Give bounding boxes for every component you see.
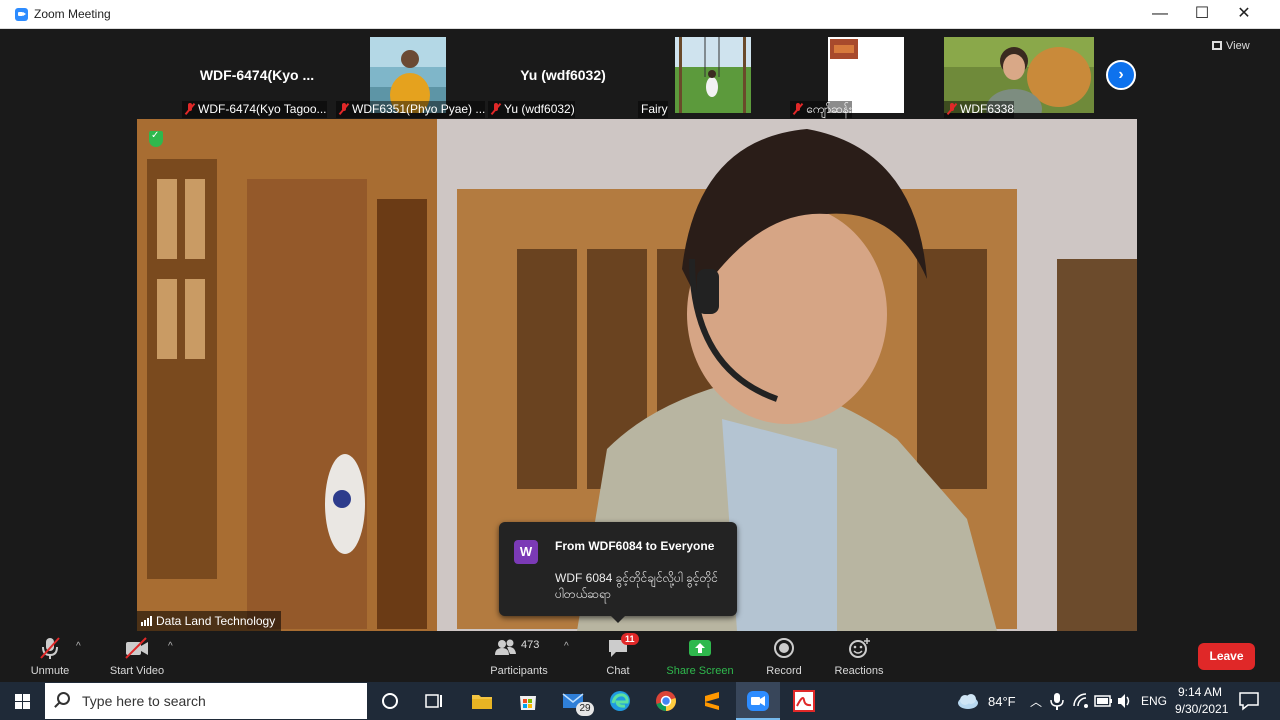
speaker-name-tag: Data Land Technology xyxy=(137,611,282,631)
muted-mic-icon xyxy=(793,103,803,115)
cortana-icon[interactable] xyxy=(377,688,403,714)
muted-microphone-icon xyxy=(40,637,60,659)
participant-thumbnail[interactable]: Yu (wdf6032) Yu (wdf6032) xyxy=(488,33,638,119)
participant-thumbnail[interactable]: ကျော်ဆန်း xyxy=(790,33,940,119)
participant-display-name: Yu (wdf6032) xyxy=(520,67,606,83)
next-page-button[interactable]: › xyxy=(1106,60,1136,90)
microphone-in-use-icon[interactable] xyxy=(1048,692,1074,718)
meeting-toolbar: Unmute ^ Start Video ^ 473 Participants … xyxy=(8,631,1272,682)
participants-icon: 473 xyxy=(493,637,545,659)
grid-view-icon xyxy=(1212,41,1222,50)
window-title: Zoom Meeting xyxy=(34,7,111,21)
participant-thumbnail[interactable]: WDF6351(Phyo Pyae) ... xyxy=(336,33,486,119)
microsoft-store-icon[interactable] xyxy=(515,688,541,714)
video-off-icon xyxy=(125,637,149,659)
edge-browser-icon[interactable] xyxy=(607,688,633,714)
participant-thumbnail[interactable]: Fairy xyxy=(638,33,788,119)
weather-cloud-icon[interactable] xyxy=(956,688,982,714)
reactions-icon xyxy=(848,637,870,659)
chat-unread-badge: 11 xyxy=(621,633,639,645)
zoom-taskbar-button[interactable] xyxy=(736,682,780,720)
participants-count: 473 xyxy=(521,639,540,651)
participant-label: Fairy xyxy=(638,101,668,118)
participant-label: WDF-6474(Kyo Tagoo... xyxy=(182,101,327,118)
minimize-button[interactable]: — xyxy=(1138,0,1182,29)
chat-button[interactable]: 11 Chat xyxy=(600,633,639,677)
participant-display-name: WDF-6474(Kyo ... xyxy=(199,67,315,83)
encryption-shield-icon[interactable] xyxy=(149,130,163,147)
share-screen-button[interactable]: Share Screen xyxy=(664,637,736,677)
meeting-area: WDF-6474(Kyo ... WDF-6474(Kyo Tagoo... W… xyxy=(8,29,1272,682)
volume-icon[interactable] xyxy=(1116,693,1142,719)
close-button[interactable]: ✕ xyxy=(1222,0,1266,29)
participant-thumbnail[interactable]: WDF6338 xyxy=(944,33,1094,119)
view-button[interactable]: View xyxy=(1212,40,1250,52)
chat-icon: 11 xyxy=(607,633,639,659)
clock-date[interactable]: 9/30/2021 xyxy=(1175,702,1228,716)
share-screen-icon xyxy=(688,637,712,659)
start-video-button[interactable]: Start Video xyxy=(106,637,168,677)
reactions-button[interactable]: Reactions xyxy=(830,637,888,677)
unmute-button[interactable]: Unmute xyxy=(22,637,78,677)
mail-badge: 29 xyxy=(576,702,594,716)
muted-mic-icon xyxy=(947,103,957,115)
leave-button[interactable]: Leave xyxy=(1198,643,1255,670)
clock-time[interactable]: 9:14 AM xyxy=(1178,685,1222,699)
zoom-logo-icon xyxy=(15,8,28,21)
signal-strength-icon xyxy=(141,616,153,626)
participants-options-caret[interactable]: ^ xyxy=(564,641,569,652)
windows-taskbar: Type here to search 29 84°F ︿ ENG 9:14 A… xyxy=(0,682,1280,720)
participant-video xyxy=(675,37,751,113)
muted-mic-icon xyxy=(491,103,501,115)
video-options-caret[interactable]: ^ xyxy=(168,641,173,652)
file-explorer-icon[interactable] xyxy=(469,688,495,714)
sender-avatar: W xyxy=(514,540,538,564)
weather-temperature[interactable]: 84°F xyxy=(988,694,1016,709)
chrome-icon[interactable] xyxy=(653,688,679,714)
muted-mic-icon xyxy=(339,103,349,115)
input-language[interactable]: ENG xyxy=(1141,694,1167,708)
pdf-reader-icon[interactable] xyxy=(791,688,817,714)
muted-mic-icon xyxy=(185,103,195,115)
zoom-app-icon xyxy=(747,691,769,711)
chat-message-text: WDF 6084 ခွင့်တိုင်ချင်လို့ပါ ခွင့်တိုင်… xyxy=(555,571,718,601)
audio-options-caret[interactable]: ^ xyxy=(76,641,81,652)
maximize-button[interactable]: ☐ xyxy=(1180,0,1224,29)
participant-label: Yu (wdf6032) xyxy=(488,101,575,118)
participant-label: ကျော်ဆန်း xyxy=(790,101,852,118)
taskbar-search-box[interactable]: Type here to search xyxy=(45,683,367,719)
start-button[interactable] xyxy=(0,682,44,720)
participant-thumbnail[interactable]: WDF-6474(Kyo ... WDF-6474(Kyo Tagoo... xyxy=(182,33,332,119)
participants-button[interactable]: 473 Participants xyxy=(488,637,550,677)
search-placeholder: Type here to search xyxy=(82,693,206,709)
tray-overflow-chevron-icon[interactable]: ︿ xyxy=(1030,693,1042,710)
participant-label: WDF6338 xyxy=(944,101,1015,118)
action-center-icon[interactable] xyxy=(1238,691,1264,717)
record-button[interactable]: Record xyxy=(760,637,808,677)
window-titlebar: Zoom Meeting — ☐ ✕ xyxy=(0,0,1280,29)
participant-label: WDF6351(Phyo Pyae) ... xyxy=(336,101,486,118)
record-icon xyxy=(773,637,795,659)
task-view-icon[interactable] xyxy=(421,688,447,714)
chat-sender-line: From WDF6084 to Everyone xyxy=(555,539,715,553)
chat-notification[interactable]: W From WDF6084 to Everyone WDF 6084 ခွင့… xyxy=(499,522,737,623)
sublime-text-icon[interactable] xyxy=(699,688,725,714)
search-icon xyxy=(57,692,70,705)
